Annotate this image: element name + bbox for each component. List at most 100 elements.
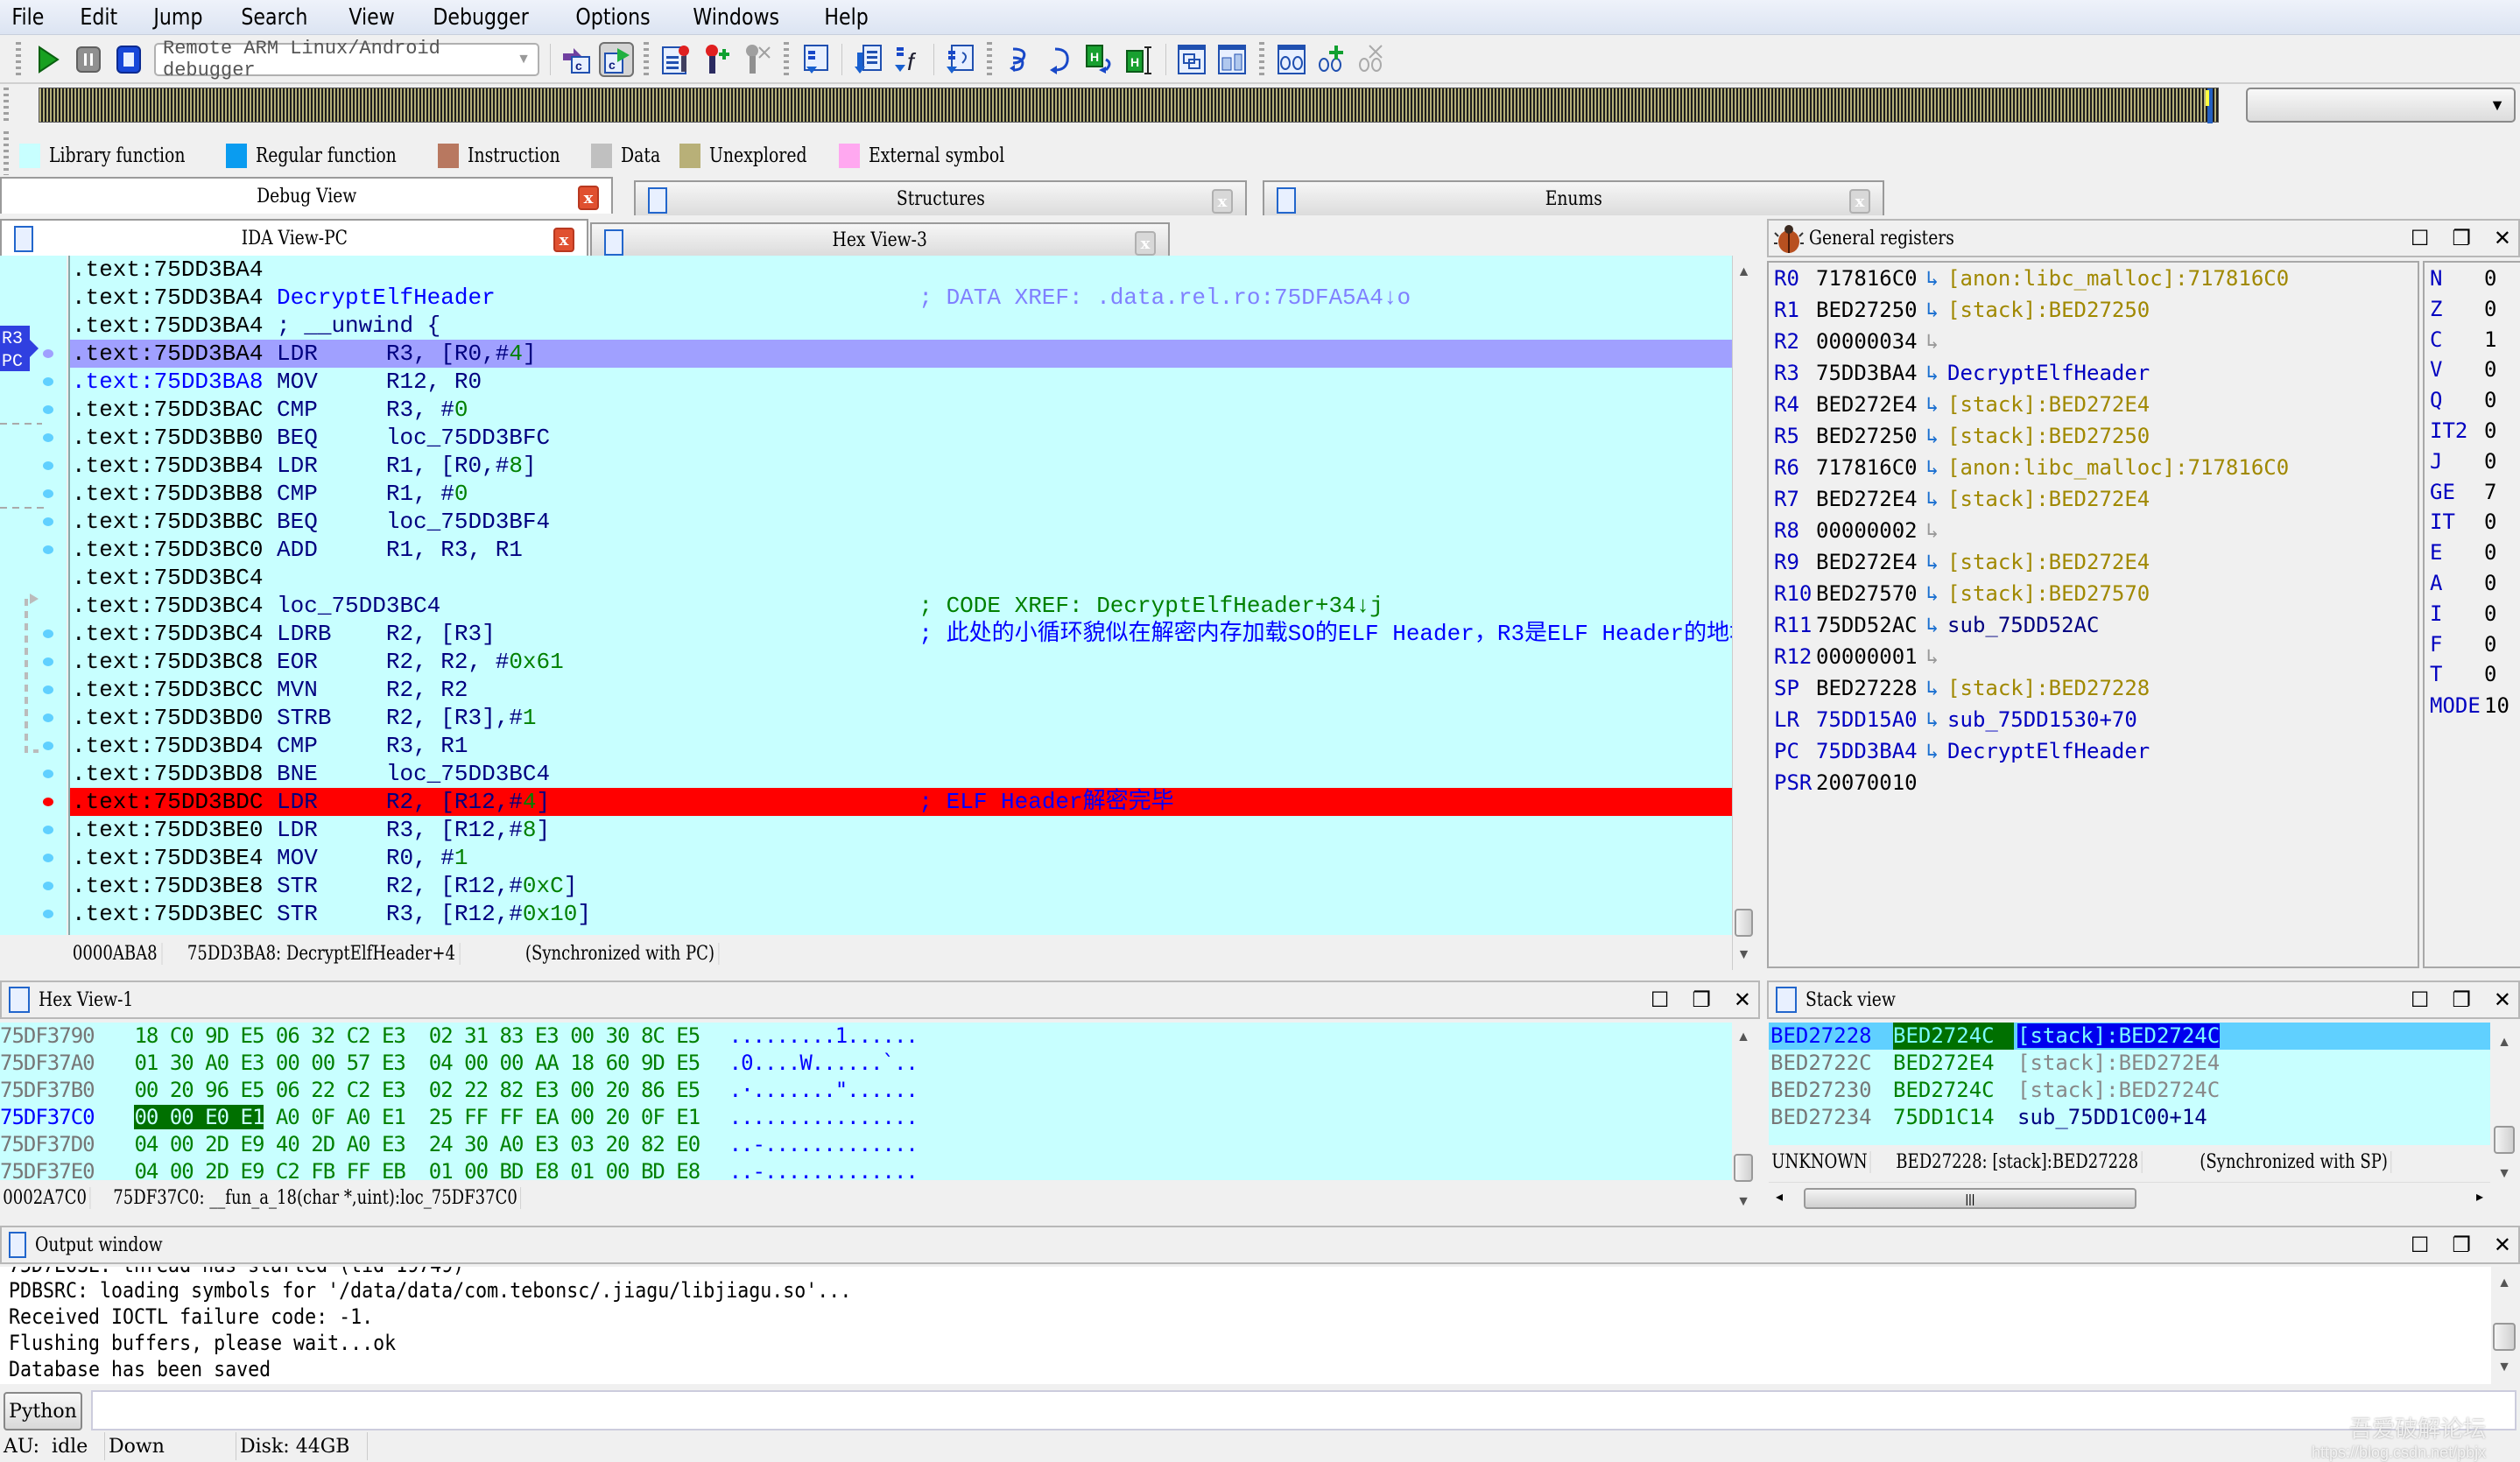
python-language-button[interactable]: Python — [4, 1392, 82, 1430]
line-marker-icon[interactable] — [43, 910, 53, 918]
hex-byte[interactable]: 20 — [170, 1078, 194, 1102]
hex-byte[interactable]: 25 — [429, 1105, 454, 1129]
stack-target[interactable]: sub_75DD1C00+14 — [2017, 1105, 2207, 1129]
code-line[interactable]: .text:75DD3BCC MVN R2, R2 — [70, 676, 1732, 704]
register-value[interactable]: 717816C0 — [1816, 455, 1918, 480]
navbar-grip[interactable] — [4, 88, 9, 123]
line-operands[interactable]: R2, R2 — [386, 677, 468, 703]
stack-target[interactable]: [stack]:BED2724C — [2017, 1078, 2220, 1102]
scroll-down-icon[interactable]: ▼ — [1733, 947, 1755, 968]
hex-byte[interactable]: FF — [499, 1105, 524, 1129]
line-operands[interactable]: loc_75DD3BF4 — [386, 509, 550, 535]
toolbar-grip[interactable] — [987, 42, 992, 77]
toolbar-grip[interactable] — [644, 42, 649, 77]
hex-byte[interactable]: AA — [535, 1051, 560, 1075]
hex-byte[interactable]: FF — [464, 1105, 489, 1129]
step-over-alt-button[interactable] — [1042, 42, 1077, 77]
hex-byte[interactable]: 83 — [500, 1023, 524, 1048]
flag-row[interactable]: N0 — [2425, 263, 2520, 293]
output-vertical-scrollbar[interactable]: ▲ ▼ — [2491, 1267, 2517, 1384]
code-line[interactable]: .text:75DD3BB8 CMP R1, #0 — [70, 480, 1732, 508]
hex-byte[interactable]: 20 — [606, 1078, 630, 1102]
register-row[interactable]: R11 75DD52AC ↳ sub_75DD52AC — [1769, 609, 2418, 641]
register-row[interactable]: R3 75DD3BA4 ↳ DecryptElfHeader — [1769, 357, 2418, 389]
selected-bytes[interactable]: 00 00 E0 E1 — [134, 1105, 264, 1129]
stack-view[interactable]: BED27228 BED2724C [stack]:BED2724C BED2722C… — [1769, 1023, 2490, 1145]
flag-value[interactable]: 0 — [2484, 571, 2496, 595]
register-target[interactable]: DecryptElfHeader — [1947, 361, 2150, 385]
hex-byte[interactable]: 24 — [429, 1132, 454, 1156]
code-line[interactable]: .text:75DD3BE0 LDR R3, [R12,#8] — [70, 816, 1732, 844]
register-target[interactable]: sub_75DD1530+70 — [1947, 707, 2137, 732]
flag-value[interactable]: 0 — [2484, 540, 2496, 565]
hex-byte[interactable]: E1 — [382, 1105, 406, 1129]
scroll-down-icon[interactable]: ▼ — [2492, 1166, 2516, 1187]
register-row[interactable]: R5 BED27250 ↳ [stack]:BED27250 — [1769, 420, 2418, 452]
hex-byte[interactable]: 00 — [134, 1078, 158, 1102]
hex-byte[interactable]: 30 — [464, 1132, 489, 1156]
start-process-button[interactable] — [31, 42, 66, 77]
code-line[interactable]: .text:75DD3BA4 — [70, 256, 1732, 284]
hex-byte[interactable]: C2 — [347, 1078, 371, 1102]
hex-byte[interactable]: 04 — [134, 1159, 158, 1180]
hex-byte[interactable]: C2 — [347, 1023, 371, 1048]
run-to-cursor-button[interactable]: H — [1082, 42, 1117, 77]
flag-row[interactable]: GE 7 — [2425, 476, 2520, 507]
line-marker-icon[interactable] — [43, 349, 53, 358]
register-row[interactable]: R4 BED272E4 ↳ [stack]:BED272E4 — [1769, 389, 2418, 420]
hex-byte[interactable]: E3 — [241, 1051, 265, 1075]
register-row[interactable]: LR 75DD15A0 ↳ sub_75DD1530+70 — [1769, 704, 2418, 735]
register-row[interactable]: SP BED27228 ↳ [stack]:BED27228 — [1769, 672, 2418, 704]
scroll-right-icon[interactable]: ▸ — [2476, 1188, 2483, 1205]
close-icon[interactable]: ✕ — [1734, 988, 1751, 1012]
flag-value[interactable]: 0 — [2484, 297, 2496, 321]
register-target[interactable]: [stack]:BED27250 — [1947, 298, 2150, 322]
hex-byte[interactable]: A0 — [347, 1105, 371, 1129]
hex-byte[interactable]: BD — [641, 1159, 665, 1180]
code-line[interactable]: .text:75DD3BDC LDR R2, [R12,#4] ; ELF He… — [70, 788, 1732, 816]
code-line[interactable]: .text:75DD3BC4 LDRB R2, [R3] ; 此处的小循环貌似在… — [70, 620, 1732, 648]
hex-byte[interactable]: 8C — [641, 1023, 665, 1048]
hex-byte[interactable]: 30 — [606, 1023, 630, 1048]
hex-byte[interactable]: A0 — [205, 1051, 229, 1075]
register-target[interactable]: [stack]:BED272E4 — [1947, 550, 2150, 574]
hex-byte[interactable]: EA — [535, 1105, 560, 1129]
register-value[interactable]: 00000034 — [1816, 329, 1918, 354]
hex-byte[interactable]: 22 — [464, 1078, 489, 1102]
hex-byte[interactable]: 02 — [429, 1078, 454, 1102]
register-value[interactable]: 20070010 — [1816, 770, 1918, 795]
hex-byte[interactable]: E5 — [241, 1023, 265, 1048]
hex-byte[interactable]: E0 — [676, 1132, 700, 1156]
hex-byte[interactable]: 0F — [311, 1105, 335, 1129]
disassembly-vertical-scrollbar[interactable]: ▲ ▼ — [1732, 256, 1755, 970]
hex-byte[interactable]: 00 — [464, 1051, 489, 1075]
line-operands[interactable]: loc_75DD3BFC — [386, 425, 550, 451]
line-marker-icon[interactable] — [43, 433, 53, 442]
hex-byte[interactable]: 9D — [641, 1051, 665, 1075]
hex-byte[interactable]: 9D — [205, 1023, 229, 1048]
hex-byte[interactable]: 00 — [311, 1051, 335, 1075]
close-icon[interactable]: ✕ — [2494, 226, 2511, 250]
hex-byte[interactable]: 01 — [570, 1159, 595, 1180]
stack-value[interactable]: 75DD1C14 — [1893, 1104, 2017, 1131]
code-line[interactable]: .text:75DD3BD4 CMP R3, R1 — [70, 732, 1732, 760]
scroll-down-icon[interactable]: ▼ — [2491, 1360, 2517, 1381]
code-line[interactable]: .text:75DD3BA4 ; __unwind { — [70, 312, 1732, 340]
maximize-icon[interactable]: ☐ — [2411, 226, 2430, 250]
hex-byte[interactable]: E5 — [241, 1078, 265, 1102]
close-icon[interactable]: x — [1212, 189, 1233, 214]
breakpoint-list-button[interactable] — [658, 42, 693, 77]
hex-byte[interactable]: E5 — [676, 1051, 700, 1075]
flag-value[interactable]: 0 — [2484, 418, 2496, 443]
line-operands[interactable]: R12, R0 — [386, 369, 482, 395]
navigation-band[interactable] — [39, 88, 2219, 123]
tab-hex-view-3[interactable]: Hex View-3 x — [590, 222, 1170, 256]
register-row[interactable]: R2 00000034 ↳ — [1769, 326, 2418, 357]
menu-edit[interactable]: Edit — [77, 4, 121, 31]
register-row[interactable]: PSR 20070010 — [1769, 767, 2418, 798]
restore-icon[interactable]: ❐ — [2452, 226, 2471, 250]
hex-byte[interactable]: E3 — [382, 1051, 406, 1075]
restore-icon[interactable]: ❐ — [2452, 988, 2471, 1012]
hex-row[interactable]: 75DF37B0 00 20 96 E5 06 22 C2 E3 02 22 8… — [0, 1077, 1732, 1104]
toolbar-grip[interactable] — [16, 42, 21, 77]
